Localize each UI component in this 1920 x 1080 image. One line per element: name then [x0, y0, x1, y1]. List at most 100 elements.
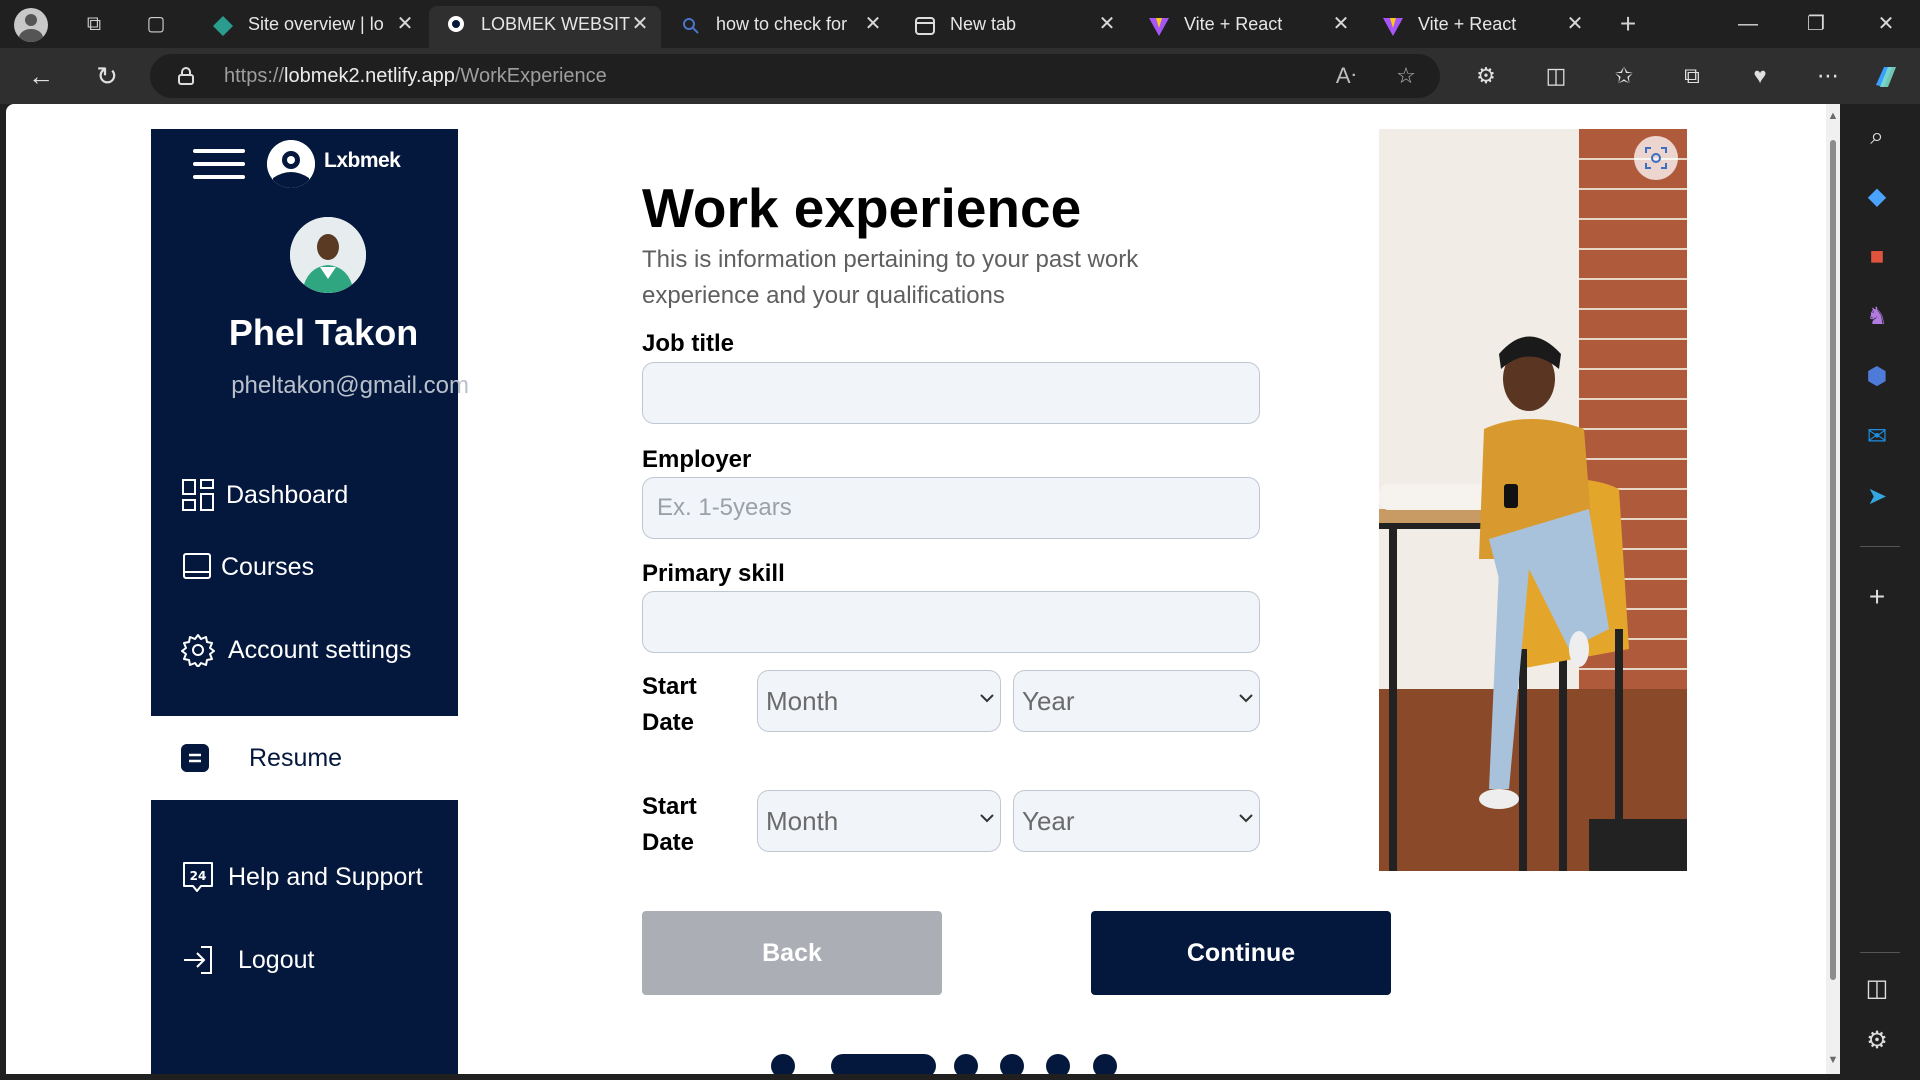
employer-label: Employer [642, 446, 752, 473]
dashboard-icon [182, 479, 214, 511]
back-button[interactable]: Back [642, 911, 942, 995]
telegram-icon[interactable]: ➤ [1860, 480, 1894, 514]
tab-how-to-check[interactable]: how to check for ✕ [664, 6, 894, 48]
resume-icon [181, 744, 209, 772]
employer-input[interactable] [642, 477, 1260, 539]
copilot-icon[interactable] [1870, 61, 1902, 93]
tools-briefcase-icon[interactable]: ■ [1860, 240, 1894, 274]
sidebar-item-label: Dashboard [226, 481, 349, 509]
search-icon[interactable]: ⌕ [1860, 120, 1894, 154]
progress-step-dot [1046, 1054, 1070, 1074]
svg-text:24: 24 [190, 869, 207, 883]
hamburger-menu-icon[interactable] [193, 149, 245, 181]
shopping-tag-icon[interactable]: ◆ [1860, 180, 1894, 214]
sidebar-item-account-settings[interactable]: Account settings [181, 630, 441, 670]
tab-lobmek-website[interactable]: LOBMEK WEBSITE ✕ [429, 6, 661, 48]
tab-title: how to check for [716, 14, 848, 34]
favorites-icon[interactable]: ✩ [1608, 61, 1640, 93]
user-avatar[interactable] [290, 217, 366, 293]
primary-skill-label: Primary skill [642, 560, 785, 587]
address-bar[interactable]: https://lobmek2.netlify.app/WorkExperien… [150, 54, 1440, 98]
tab-actions-icon[interactable]: ▢ [140, 8, 172, 40]
tab-title: Site overview | lo [248, 14, 384, 34]
start-month-select[interactable]: Month [757, 670, 1001, 732]
tab-vite-react-2[interactable]: Vite + React ✕ [1366, 6, 1596, 48]
split-screen-icon[interactable]: ◫ [1540, 61, 1572, 93]
url-text: https://lobmek2.netlify.app/WorkExperien… [224, 65, 607, 87]
games-icon[interactable]: ♞ [1860, 300, 1894, 334]
start-date-label: Start Date [642, 673, 697, 736]
extensions-icon[interactable]: ⚙ [1470, 61, 1502, 93]
sidebar-item-label: Help and Support [228, 863, 423, 891]
select-value: Year [1022, 686, 1075, 716]
start-date-label: Start Date [642, 793, 697, 856]
tab-title: Vite + React [1418, 14, 1517, 34]
avatar-photo-icon [290, 217, 366, 293]
job-title-label: Job title [642, 330, 735, 357]
outlook-icon[interactable]: ✉ [1860, 420, 1894, 454]
minimize-icon[interactable]: — [1728, 8, 1768, 40]
browser-toolbar: ← ↻ https://lobmek2.netlify.app/WorkExpe… [0, 48, 1920, 104]
tab-vite-react-1[interactable]: Vite + React ✕ [1132, 6, 1362, 48]
close-tab-icon[interactable]: ✕ [394, 6, 416, 42]
scroll-thumb[interactable] [1830, 140, 1836, 980]
page-scrollbar[interactable]: ▲ ▼ [1826, 104, 1840, 1074]
chevron-down-icon [980, 694, 994, 703]
sidebar-item-resume[interactable]: Resume [151, 716, 458, 800]
search-favicon-icon [683, 18, 699, 34]
sidebar-item-help-support[interactable]: 24 Help and Support [181, 857, 446, 897]
back-arrow-icon[interactable]: ← [24, 60, 58, 94]
end-month-select[interactable]: Month [757, 790, 1001, 852]
progress-step-current [831, 1054, 936, 1074]
collections-icon[interactable]: ⧉ [1676, 61, 1708, 93]
close-tab-icon[interactable]: ✕ [862, 6, 884, 42]
hide-sidebar-icon[interactable]: ◫ [1860, 972, 1894, 1006]
sidebar-item-logout[interactable]: Logout [181, 940, 381, 980]
visual-search-icon [1645, 147, 1667, 169]
scroll-up-icon[interactable]: ▲ [1827, 110, 1839, 122]
gear-icon [181, 634, 215, 667]
netlify-favicon-icon [213, 16, 233, 36]
browser-tab-bar: ⧉ ▢ Site overview | lo ✕ LOBMEK WEBSITE … [0, 0, 1920, 48]
tab-new-tab[interactable]: New tab ✕ [898, 6, 1128, 48]
chevron-down-icon [980, 814, 994, 823]
end-year-select[interactable]: Year [1013, 790, 1260, 852]
close-window-icon[interactable]: ✕ [1866, 8, 1906, 40]
vite-favicon-icon [1383, 18, 1403, 36]
sidebar-item-label: Resume [249, 744, 343, 772]
visual-search-button[interactable] [1634, 136, 1678, 180]
workspaces-icon[interactable]: ⧉ [78, 8, 110, 40]
favorite-star-icon[interactable]: ☆ [1390, 60, 1422, 92]
job-title-input[interactable] [642, 362, 1260, 424]
sidebar-item-dashboard[interactable]: Dashboard [181, 475, 441, 515]
restore-icon[interactable]: ❐ [1796, 8, 1836, 40]
more-menu-icon[interactable]: ⋯ [1812, 61, 1844, 93]
microsoft-365-icon[interactable]: ⬢ [1860, 360, 1894, 394]
sidebar-divider [1860, 546, 1900, 547]
sidebar-item-label: Logout [238, 946, 315, 974]
refresh-icon[interactable]: ↻ [90, 60, 124, 94]
scroll-down-icon[interactable]: ▼ [1827, 1054, 1839, 1066]
new-tab-plus-icon[interactable]: + [1612, 8, 1644, 40]
continue-button[interactable]: Continue [1091, 911, 1391, 995]
profile-avatar-icon[interactable] [14, 8, 48, 42]
lobmek-logo-icon [267, 140, 315, 188]
browser-essentials-icon[interactable]: ♥ [1744, 61, 1776, 93]
tab-site-overview[interactable]: Site overview | lo ✕ [196, 6, 426, 48]
hero-image [1379, 129, 1687, 871]
book-icon [183, 553, 211, 579]
add-sidebar-app-icon[interactable]: + [1860, 580, 1894, 614]
tab-title: LOBMEK WEBSITE [481, 14, 631, 34]
close-tab-icon[interactable]: ✕ [1564, 6, 1586, 42]
read-aloud-icon[interactable]: Aᐧ [1330, 60, 1362, 92]
close-tab-icon[interactable]: ✕ [1330, 6, 1352, 42]
sidebar-item-courses[interactable]: Courses [181, 547, 441, 587]
close-tab-icon[interactable]: ✕ [1096, 6, 1118, 42]
lobmek-favicon-icon [448, 16, 464, 32]
start-year-select[interactable]: Year [1013, 670, 1260, 732]
progress-step-dot [1000, 1054, 1024, 1074]
sidebar-settings-icon[interactable]: ⚙ [1860, 1024, 1894, 1058]
primary-skill-input[interactable] [642, 591, 1260, 653]
logout-icon [184, 946, 212, 974]
close-tab-icon[interactable]: ✕ [629, 6, 651, 42]
